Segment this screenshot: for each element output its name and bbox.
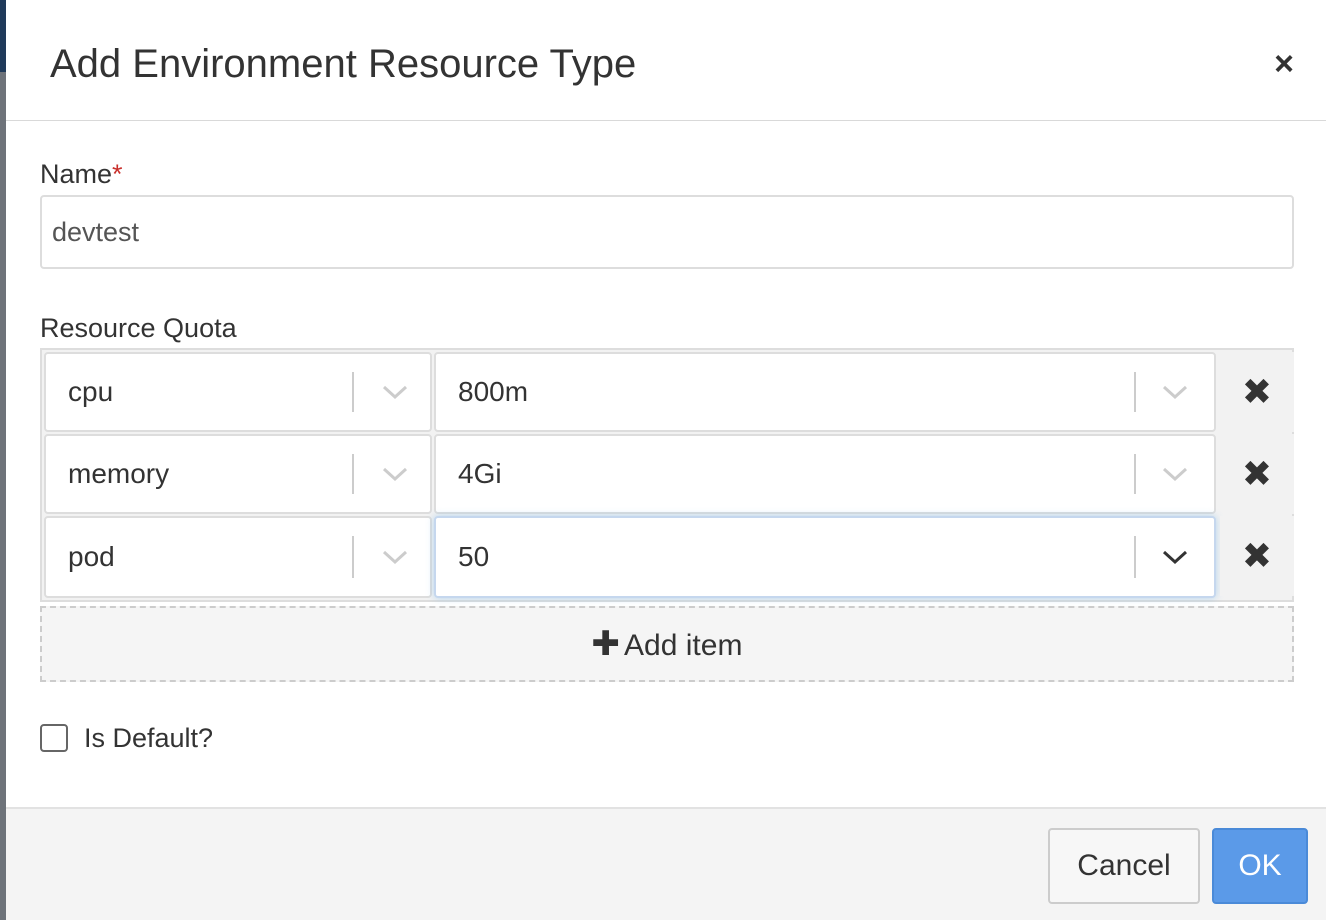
resource-type-value: cpu <box>68 376 114 407</box>
name-label: Name* <box>40 157 123 191</box>
chevron-down-icon[interactable] <box>1160 382 1190 402</box>
quota-value-select[interactable]: 800m <box>434 352 1216 432</box>
quota-value-select[interactable]: 50 <box>434 516 1216 598</box>
chevron-down-icon[interactable] <box>1160 464 1190 484</box>
select-separator <box>1134 372 1136 412</box>
quota-value: 800m <box>458 376 529 407</box>
quota-value: 4Gi <box>458 458 502 489</box>
close-icon[interactable]: × <box>1268 44 1300 84</box>
chevron-down-icon[interactable] <box>380 382 410 402</box>
cancel-button[interactable]: Cancel <box>1048 828 1200 904</box>
resource-type-select[interactable]: memory <box>44 434 432 514</box>
resource-type-value: memory <box>68 458 170 489</box>
is-default-label: Is Default? <box>84 723 214 753</box>
modal-footer: Cancel OK <box>6 807 1326 920</box>
name-input[interactable] <box>40 195 1294 269</box>
select-separator <box>352 536 354 578</box>
plus-icon: ✚ <box>591 625 621 663</box>
quota-value: 50 <box>458 541 490 572</box>
select-separator <box>1134 536 1136 578</box>
resource-type-select[interactable]: pod <box>44 516 432 598</box>
chevron-down-icon[interactable] <box>380 547 410 567</box>
name-label-text: Name <box>40 159 113 189</box>
add-item-label: Add item <box>624 629 743 662</box>
ok-button[interactable]: OK <box>1212 828 1308 904</box>
resource-quota-table: cpu 800m ✖ memory 4Gi ✖ pod 50 ✖ <box>40 348 1294 602</box>
remove-icon[interactable]: ✖ <box>1220 516 1294 596</box>
chevron-down-icon[interactable] <box>380 464 410 484</box>
resource-type-select[interactable]: cpu <box>44 352 432 432</box>
add-item-button[interactable]: ✚ Add item <box>40 606 1294 682</box>
chevron-down-icon[interactable] <box>1160 547 1190 567</box>
select-separator <box>1134 454 1136 494</box>
is-default-checkbox[interactable] <box>40 724 68 752</box>
select-separator <box>352 372 354 412</box>
select-separator <box>352 454 354 494</box>
modal-header: Add Environment Resource Type × <box>6 0 1326 121</box>
modal-title: Add Environment Resource Type <box>50 42 637 86</box>
remove-icon[interactable]: ✖ <box>1220 434 1294 514</box>
resource-type-value: pod <box>68 541 115 572</box>
quota-value-select[interactable]: 4Gi <box>434 434 1216 514</box>
resource-quota-label: Resource Quota <box>40 313 237 343</box>
modal-dialog: Add Environment Resource Type × Name* Re… <box>6 0 1326 920</box>
required-marker: * <box>112 159 123 189</box>
remove-icon[interactable]: ✖ <box>1220 352 1294 432</box>
